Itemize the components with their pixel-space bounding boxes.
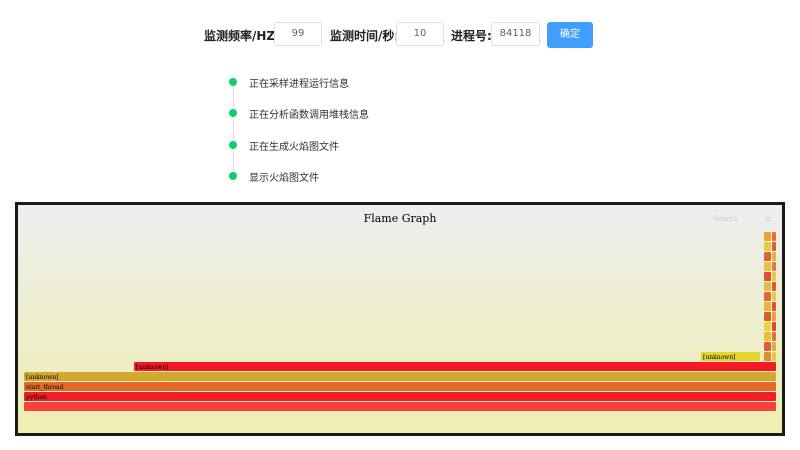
step-dot-icon [229, 172, 237, 180]
step-dot-icon [229, 78, 237, 86]
flame-frame[interactable] [772, 322, 776, 331]
flame-frame[interactable] [764, 322, 771, 331]
steps-connector [232, 83, 234, 176]
flame-frame-unknown[interactable]: [unknown] [134, 362, 776, 371]
step-label: 显示火焰图文件 [249, 173, 319, 184]
flame-frame-root[interactable] [24, 402, 776, 411]
frequency-input[interactable]: 99 [274, 22, 322, 46]
svg-text:[unknown]: [unknown] [703, 354, 736, 361]
step-label: 正在采样进程运行信息 [249, 79, 349, 90]
flame-frame[interactable] [772, 302, 776, 311]
flame-frame[interactable] [764, 332, 771, 341]
flame-frame[interactable] [772, 272, 776, 281]
flame-graph-title: Flame Graph [364, 212, 437, 225]
flame-frame-unknown[interactable]: [unknown] [701, 352, 760, 361]
step-dot-icon [229, 141, 237, 149]
progress-steps: 正在采样进程运行信息 正在分析函数调用堆栈信息 正在生成火焰图文件 显示火焰图文… [229, 74, 429, 186]
pid-label: 进程号: [451, 29, 492, 43]
flame-frame[interactable] [772, 242, 776, 251]
flame-frame[interactable] [764, 292, 771, 301]
ignore-case-toggle[interactable]: ic [765, 215, 771, 223]
flame-frame[interactable] [764, 302, 771, 311]
flame-frame-unknown[interactable]: [unknown] [24, 372, 776, 381]
flame-frame[interactable] [772, 252, 776, 261]
flame-frame[interactable] [764, 232, 771, 241]
frequency-label: 监测频率/HZ: [204, 29, 280, 43]
flame-graph-svg: Flame Graph Search ic python start_threa… [18, 205, 782, 433]
flame-frame[interactable] [764, 272, 771, 281]
sampling-form: 监测频率/HZ: 99 监测时间/秒: 10 进程号: 84118 确定 [0, 22, 800, 48]
svg-text:start_thread: start_thread [26, 384, 64, 391]
flame-frame[interactable] [764, 312, 771, 321]
flame-frame[interactable] [764, 262, 771, 271]
svg-text:[unknown]: [unknown] [136, 364, 169, 371]
flame-frame[interactable] [764, 282, 771, 291]
flame-frame[interactable] [764, 342, 771, 351]
flame-frame[interactable] [772, 282, 776, 291]
flame-graph-panel: Flame Graph Search ic python start_threa… [15, 202, 785, 436]
pid-input[interactable]: 84118 [491, 22, 540, 46]
flame-frame[interactable] [764, 252, 771, 261]
svg-text:[unknown]: [unknown] [26, 374, 59, 381]
step-label: 正在分析函数调用堆栈信息 [249, 110, 369, 121]
flame-frame[interactable] [772, 312, 776, 321]
step-label: 正在生成火焰图文件 [249, 142, 339, 153]
flame-frame[interactable] [772, 262, 776, 271]
flame-frame[interactable] [772, 232, 776, 241]
flame-frame[interactable] [772, 332, 776, 341]
duration-input[interactable]: 10 [396, 22, 444, 46]
duration-label: 监测时间/秒: [330, 29, 400, 43]
search-button[interactable]: Search [713, 215, 738, 223]
flame-frame-start-thread[interactable]: start_thread [24, 382, 776, 391]
flame-frame[interactable] [772, 352, 776, 361]
flame-frame-python[interactable]: python [24, 392, 776, 401]
step-dot-icon [229, 109, 237, 117]
flame-frame[interactable] [772, 342, 776, 351]
flame-frame[interactable] [764, 242, 771, 251]
flame-frame[interactable] [764, 352, 771, 361]
flame-frame[interactable] [772, 292, 776, 301]
svg-text:python: python [26, 394, 47, 401]
confirm-button[interactable]: 确定 [547, 22, 593, 48]
